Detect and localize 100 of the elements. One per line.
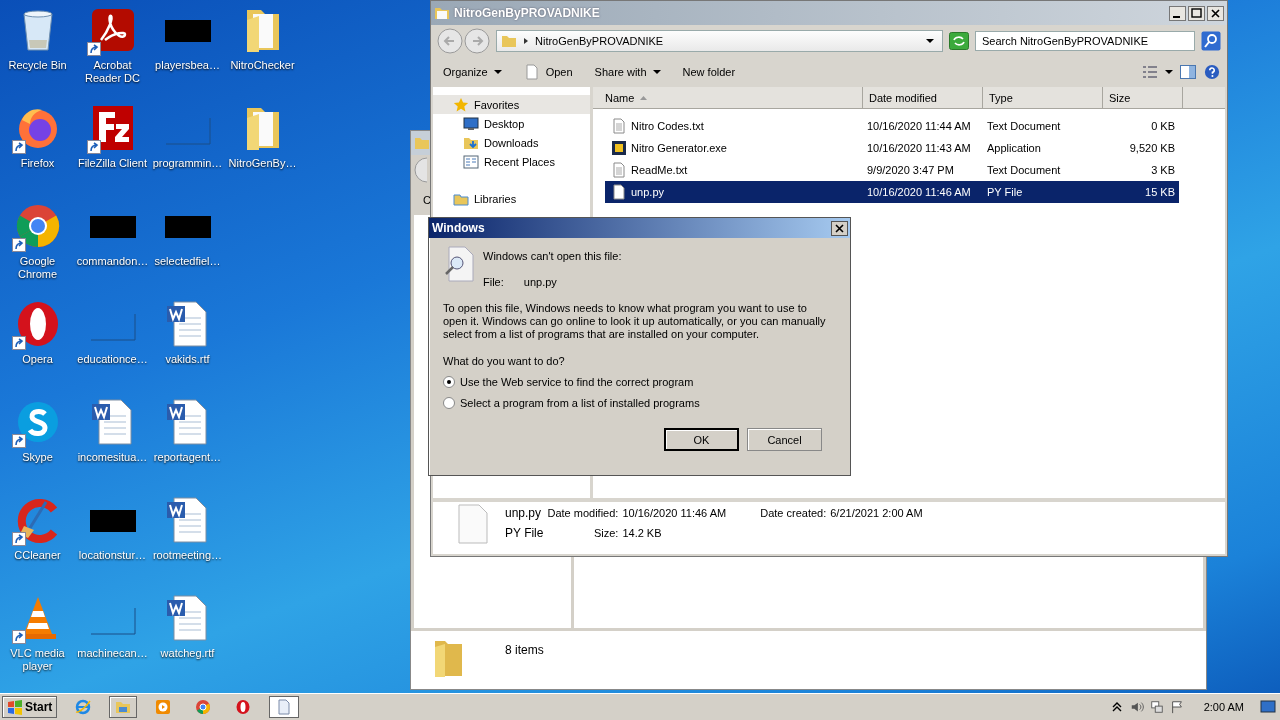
refresh-button[interactable] (949, 32, 969, 50)
radio-button[interactable] (443, 397, 455, 409)
desktop-icon-label[interactable]: FileZilla Client (75, 157, 150, 170)
close-button[interactable] (831, 220, 848, 236)
internet-explorer-icon (75, 699, 92, 715)
help-icon[interactable] (1203, 64, 1221, 80)
file-name: ReadMe.txt (631, 164, 688, 176)
desktop-icon (463, 115, 479, 132)
nav-item[interactable]: Libraries (433, 189, 590, 208)
file-name: unp.py (505, 506, 543, 520)
desktop-icon-label[interactable]: Google Chrome (0, 255, 75, 281)
window-title: NitroGenByPROVADNIKE (454, 6, 600, 20)
address-bar[interactable]: NitroGenByPROVADNIKE (496, 30, 943, 52)
search-button[interactable] (1201, 31, 1221, 51)
search-field[interactable]: Search NitroGenByPROVADNIKE (975, 31, 1195, 51)
dialog-title: Windows (432, 221, 485, 235)
desktop-icon-label[interactable]: Firefox (0, 157, 75, 170)
radio-button[interactable] (443, 376, 455, 388)
desktop-icon-label[interactable]: programmin… (150, 157, 225, 170)
desktop-icon-label[interactable]: reportagent… (150, 451, 225, 464)
radio-label[interactable]: Use the Web service to find the correct program (460, 376, 694, 388)
taskbar-button[interactable] (109, 696, 138, 718)
show-desktop-icon[interactable] (1260, 699, 1276, 715)
text-file-icon (611, 118, 627, 134)
folder-icon (414, 135, 430, 151)
caret-icon (652, 69, 661, 75)
file-row[interactable]: Nitro Generator.exe 10/16/2020 11:43 AM Application 9,520 KB (605, 137, 1179, 159)
minimize-button[interactable] (1169, 5, 1186, 21)
menu-button[interactable]: Organize (439, 64, 506, 80)
folder-icon (501, 33, 517, 49)
toolbar-button[interactable]: Open (519, 62, 577, 82)
detail-label: Size: (593, 527, 619, 539)
type-cell-text: PY File (986, 186, 1024, 198)
file-row[interactable]: Nitro Codes.txt 10/16/2020 11:44 AM Text Document 0 KB (605, 115, 1179, 137)
desktop-icon-label[interactable]: Opera (0, 353, 75, 366)
opera-icon (235, 699, 252, 715)
menu-button[interactable]: Share with (590, 64, 665, 80)
cancel-button[interactable]: Cancel (747, 428, 822, 451)
size-cell-text: 15 KB (1144, 186, 1176, 198)
desktop-icon-label[interactable]: playersbea… (150, 59, 225, 72)
file-row[interactable]: unp.py 10/16/2020 11:46 AM PY File 15 KB (605, 181, 1179, 203)
nav-item[interactable]: Recent Places (433, 152, 590, 171)
desktop-icon-label[interactable]: incomesitua… (75, 451, 150, 464)
desktop-icon-label[interactable]: Skype (0, 451, 75, 464)
column-header[interactable]: Date modified (863, 87, 983, 109)
ok-button[interactable]: OK (664, 428, 739, 451)
star-icon (453, 96, 469, 113)
size-cell-text: 3 KB (1150, 164, 1176, 176)
size-cell-text: 0 KB (1150, 120, 1176, 132)
detail-label: Date created: (760, 507, 827, 519)
sort-arrow-icon (640, 95, 648, 100)
start-button[interactable]: Start (2, 696, 58, 718)
folder-icon (434, 5, 450, 21)
column-header[interactable]: Type (983, 87, 1103, 109)
chrome-icon (195, 699, 212, 715)
caret-icon (493, 69, 502, 75)
date-cell-text: 10/16/2020 11:43 AM (866, 142, 972, 154)
column-header[interactable]: Size (1103, 87, 1183, 109)
date-cell-text: 10/16/2020 11:44 AM (866, 120, 972, 132)
caret-icon[interactable] (926, 38, 934, 44)
dialog-question: What do you want to do? (443, 355, 566, 367)
file-row[interactable]: ReadMe.txt 9/9/2020 3:47 PM Text Document 3 KB (605, 159, 1179, 181)
desktop-icon-label[interactable]: Acrobat Reader DC (75, 59, 150, 85)
desktop-icon-label[interactable]: educationce… (75, 353, 150, 366)
file-icon (611, 184, 627, 200)
caret-icon[interactable] (1165, 69, 1173, 75)
desktop-icon-label[interactable]: vakids.rtf (150, 353, 225, 366)
view-options-icon[interactable] (1141, 64, 1159, 80)
nav-item[interactable]: Favorites (433, 95, 590, 114)
date-cell-text: 9/9/2020 3:47 PM (866, 164, 955, 176)
desktop-icon-label[interactable]: NitroGenBy… (225, 157, 300, 170)
network-icon[interactable] (1149, 699, 1164, 715)
taskbar-button[interactable] (269, 696, 300, 718)
toolbar-button[interactable]: New folder (678, 64, 740, 80)
desktop-icon-label[interactable]: selectedfiel… (150, 255, 225, 268)
type-cell-text: Application (986, 142, 1042, 154)
detail-value: 6/21/2021 2:00 AM (830, 507, 923, 519)
desktop-icon-label[interactable]: commandon… (75, 255, 150, 268)
file-name: unp.py (523, 276, 557, 288)
recent-places-icon (463, 153, 479, 170)
nav-item[interactable]: Desktop (433, 114, 590, 133)
dialog-heading: Windows can't open this file: (483, 250, 622, 262)
flag-icon[interactable] (1169, 699, 1184, 715)
field-label: File: (483, 276, 504, 288)
toolbar-label[interactable]: C (423, 194, 431, 206)
desktop-icon-label[interactable]: Recycle Bin (0, 59, 75, 72)
file-type: PY File (505, 526, 544, 540)
close-button[interactable] (1207, 5, 1224, 21)
preview-pane-icon[interactable] (1179, 64, 1197, 80)
clock[interactable]: 2:00 AM (1203, 701, 1244, 713)
application-icon (611, 140, 627, 156)
desktop-icon-label[interactable]: NitroChecker (225, 59, 300, 72)
maximize-button[interactable] (1188, 5, 1205, 21)
file-name: Nitro Codes.txt (631, 120, 704, 132)
chevron-icon[interactable] (523, 37, 529, 45)
size-cell-text: 9,520 KB (1128, 142, 1176, 154)
nav-item[interactable]: Downloads (433, 133, 590, 152)
column-header[interactable]: Name (593, 87, 863, 109)
radio-label[interactable]: Select a program from a list of installed programs (460, 397, 700, 409)
text-file-icon (611, 162, 627, 178)
